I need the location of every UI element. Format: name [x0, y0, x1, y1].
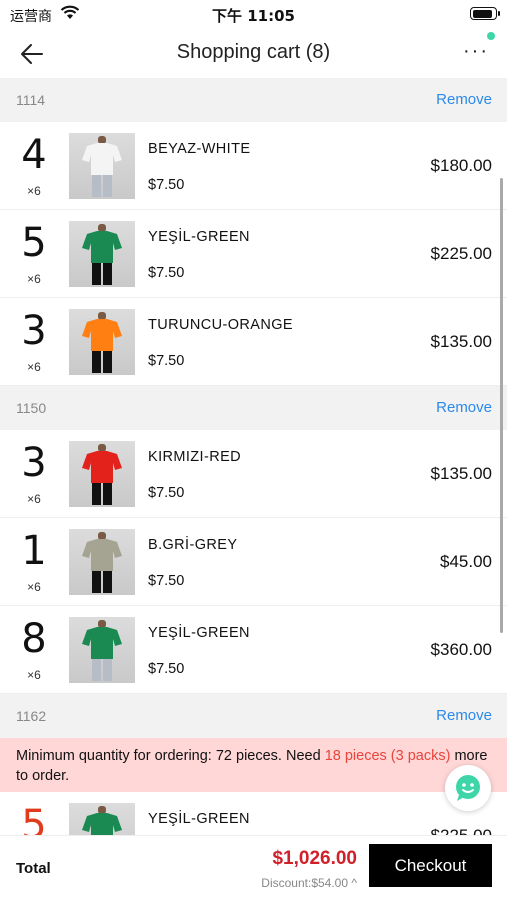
- nav-bar: Shopping cart (8) ···: [0, 28, 507, 78]
- cart-item[interactable]: 1 ×6 B.GRİ-GREY $7.50 $45.00: [0, 518, 507, 606]
- group-header: 1162 Remove: [0, 694, 507, 738]
- customer-service-button[interactable]: [445, 765, 491, 811]
- remove-group-button[interactable]: Remove: [436, 707, 492, 724]
- unit-price: $7.50: [148, 265, 185, 281]
- chevron-up-icon: ^: [348, 876, 357, 890]
- total-label: Total: [16, 860, 51, 877]
- unit-price: $7.50: [148, 353, 185, 369]
- battery-icon: [470, 7, 500, 20]
- pack-size: ×6: [27, 360, 41, 374]
- quantity-value[interactable]: 3: [0, 441, 68, 485]
- discount-toggle[interactable]: Discount:$54.00 ^: [261, 876, 357, 890]
- quantity-value[interactable]: 4: [0, 133, 68, 177]
- product-name: TURUNCU-ORANGE: [148, 317, 293, 333]
- product-name: YEŞİL-GREEN: [148, 625, 250, 641]
- group-id: 1114: [16, 92, 46, 108]
- group-id: 1150: [16, 400, 47, 416]
- product-name: B.GRİ-GREY: [148, 537, 238, 553]
- unit-price: $7.50: [148, 573, 185, 589]
- cart-item[interactable]: 3 ×6 TURUNCU-ORANGE $7.50 $135.00: [0, 298, 507, 386]
- cart-item[interactable]: 8 ×6 YEŞİL-GREEN $7.50 $360.00: [0, 606, 507, 694]
- remove-group-button[interactable]: Remove: [436, 399, 492, 416]
- cart-item[interactable]: 3 ×6 KIRMIZI-RED $7.50 $135.00: [0, 430, 507, 518]
- quantity-value[interactable]: 3: [0, 309, 68, 353]
- more-menu-button[interactable]: ···: [459, 40, 493, 68]
- pack-size: ×6: [27, 580, 41, 594]
- battery-fill: [472, 9, 493, 18]
- product-image[interactable]: [69, 309, 135, 375]
- product-image[interactable]: [69, 221, 135, 287]
- page-title: Shopping cart (8): [176, 41, 331, 63]
- line-total: $135.00: [430, 464, 492, 483]
- product-name: BEYAZ-WHITE: [148, 141, 251, 157]
- line-total: $225.00: [431, 826, 492, 835]
- discount-label: Discount:$54.00: [261, 876, 349, 890]
- quantity-value[interactable]: 8: [0, 617, 68, 661]
- scrollbar[interactable]: [500, 178, 503, 633]
- product-image[interactable]: [69, 803, 135, 835]
- minimum-order-notice: Minimum quantity for ordering: 72 pieces…: [0, 738, 507, 792]
- quantity-value[interactable]: 1: [0, 529, 68, 573]
- product-name: YEŞİL-GREEN: [148, 229, 250, 245]
- checkout-bar: Total $1,026.00 Discount:$54.00 ^ Checko…: [0, 835, 507, 900]
- status-bar: 运营商 下午 11:05: [0, 0, 507, 28]
- line-total: $225.00: [430, 244, 492, 263]
- quantity-value[interactable]: 5: [0, 803, 68, 835]
- product-image[interactable]: [69, 529, 135, 595]
- total-amount: $1,026.00: [272, 848, 357, 869]
- pack-size: ×6: [27, 668, 41, 682]
- cart-item[interactable]: 4 ×6 BEYAZ-WHITE $7.50 $180.00: [0, 122, 507, 210]
- line-total: $360.00: [430, 640, 492, 659]
- notice-text: Minimum quantity for ordering: 72 pieces…: [16, 748, 325, 764]
- chat-icon: [456, 775, 480, 801]
- product-image[interactable]: [69, 617, 135, 683]
- group-id: 1162: [16, 708, 47, 724]
- notification-dot: [487, 32, 495, 40]
- line-total: $135.00: [430, 332, 492, 351]
- line-total: $45.00: [440, 552, 492, 571]
- cart-item[interactable]: 5 ×6 YEŞİL-GREEN $7.50 $225.00: [0, 210, 507, 298]
- line-total: $180.00: [430, 156, 492, 175]
- clock: 下午 11:05: [212, 7, 295, 25]
- unit-price: $7.50: [148, 661, 185, 677]
- unit-price: $7.50: [148, 485, 185, 501]
- product-name: YEŞİL-GREEN: [148, 811, 250, 827]
- remove-group-button[interactable]: Remove: [436, 91, 492, 108]
- product-name: KIRMIZI-RED: [148, 449, 242, 465]
- checkout-button[interactable]: Checkout: [369, 844, 492, 887]
- group-header: 1114 Remove: [0, 78, 507, 122]
- quantity-value[interactable]: 5: [0, 221, 68, 265]
- pack-size: ×6: [27, 184, 41, 198]
- notice-highlight: 18 pieces (3 packs): [324, 748, 451, 764]
- group-header: 1150 Remove: [0, 386, 507, 430]
- cart-list[interactable]: 1114 Remove 4 ×6 BEYAZ-WHITE $7.50 $180.00 5 ×6 Y…: [0, 78, 507, 835]
- product-image[interactable]: [69, 441, 135, 507]
- pack-size: ×6: [27, 272, 41, 286]
- unit-price: $7.50: [148, 177, 185, 193]
- product-image[interactable]: [69, 133, 135, 199]
- cart-item[interactable]: 5×6YEŞİL-GREEN$7.50$225.00: [0, 792, 507, 835]
- pack-size: ×6: [27, 492, 41, 506]
